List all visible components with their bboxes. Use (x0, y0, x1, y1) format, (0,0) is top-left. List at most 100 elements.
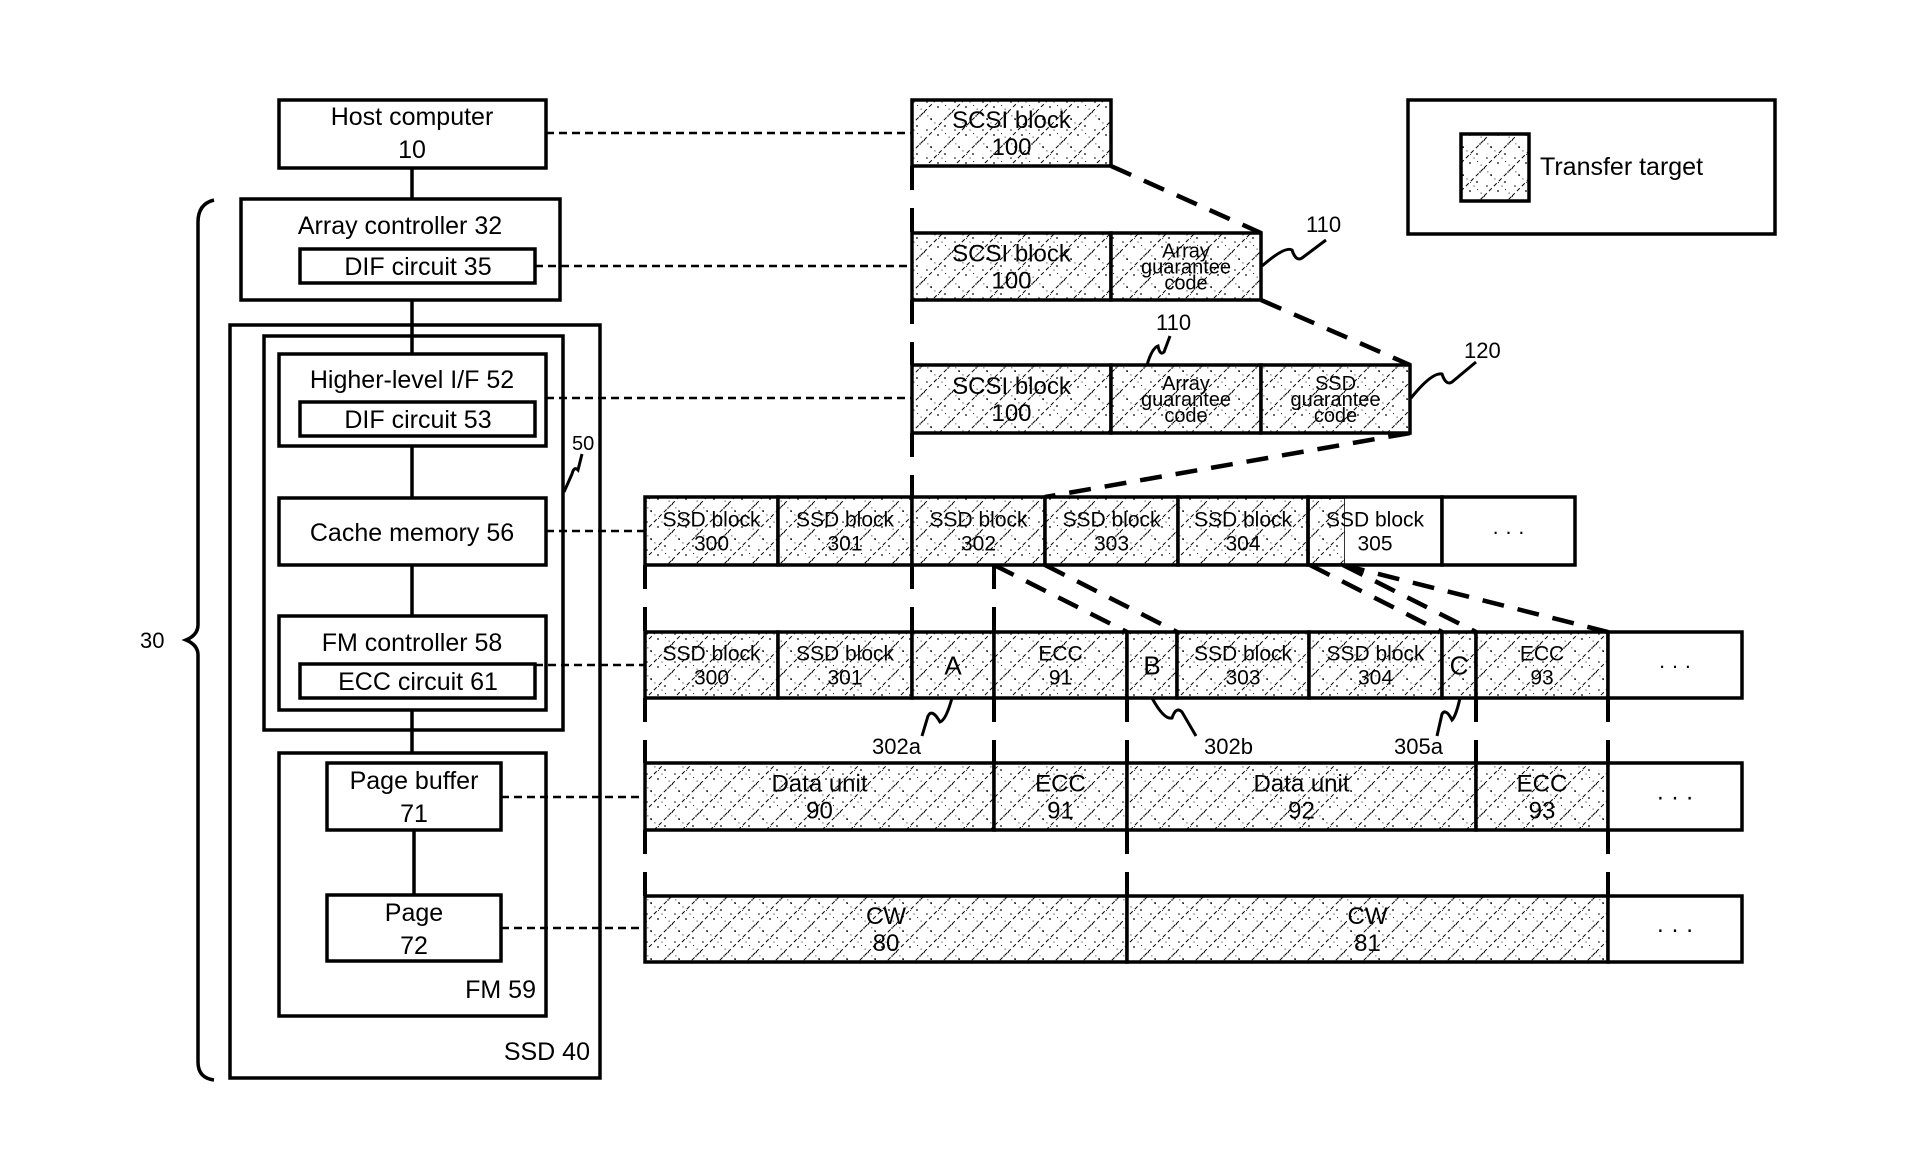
row-cell: Data unit92 (1125, 761, 1478, 832)
row-fm-ctrl-blocks: SSD block300SSD block301 A ECC91 B SSD block… (643, 630, 1744, 700)
legend: Transfer target (1406, 98, 1777, 236)
row-scsi-array-ssd: SCSI block100ArrayguaranteecodeSSDguaran… (910, 363, 1412, 435)
cell-label: code (1164, 273, 1207, 295)
row-cell: Arrayguaranteecode (1109, 231, 1263, 302)
ref-302a-leader (920, 697, 954, 737)
page-label: Page (385, 899, 443, 927)
ssd-controller-leader (562, 453, 584, 493)
row-page-buffer-units: Data unit90ECC91Data unit92ECC93 · · · (643, 761, 1744, 832)
cell-label: 301 (827, 667, 862, 690)
row-cell: ECC91 (992, 630, 1129, 700)
row-cell: ECC93 (1474, 761, 1610, 832)
cell-label: · · · (1656, 917, 1693, 944)
ssd-controller-ref: 50 (572, 433, 594, 455)
cell-label: · · · (1656, 784, 1693, 811)
page-ref: 72 (400, 932, 428, 960)
cell-label: 92 (1288, 798, 1315, 825)
cell-label: 100 (991, 400, 1031, 427)
higher-level-if-label: Higher-level I/F 52 (310, 366, 514, 394)
page-buffer-ref: 71 (400, 800, 428, 828)
cell-label: ECC (1520, 643, 1564, 666)
cell-label: SSD block (796, 643, 895, 666)
ref-302a: 302a (872, 734, 922, 759)
cell-label: 303 (1225, 667, 1260, 690)
fan-scsi-to-array (1110, 163, 1262, 236)
cell-label: 93 (1529, 798, 1556, 825)
array-controller-box: Array controller 32 DIF circuit 35 (239, 197, 562, 302)
cell-label: SCSI block (952, 107, 1072, 134)
ref-110-upper: 110 (1306, 212, 1341, 237)
ref-110-upper-leader (1261, 238, 1327, 268)
ref-305a-leader (1435, 697, 1462, 737)
row-cell: · · · (1606, 630, 1744, 700)
row-cell: SSD block301 (776, 495, 914, 567)
cell-label: 301 (827, 533, 862, 556)
cell-label: 91 (1047, 798, 1074, 825)
row-cell: ECC93 (1474, 630, 1610, 700)
ssd-40-label: SSD 40 (504, 1038, 590, 1066)
page-buffer-box: Page buffer 71 (325, 761, 503, 832)
fan-ssd-to-block302 (1044, 430, 1411, 500)
cell-label: SSD block (1062, 509, 1161, 532)
ssd-data-layout-diagram: Host computer 10 30 Array controller 32 … (140, 98, 1777, 1082)
ref-110-lower-leader (1145, 335, 1172, 366)
cell-label: SSD block (1326, 509, 1425, 532)
row-cache-blocks: SSD block300SSD block301SSD block302SSD … (643, 495, 1577, 567)
cell-label: SSD block (1194, 509, 1293, 532)
cache-memory-box: Cache memory 56 (277, 496, 548, 567)
row-cell: Arrayguaranteecode (1109, 363, 1263, 435)
cell-label: 93 (1530, 667, 1553, 690)
cell-label: 303 (1094, 533, 1129, 556)
fm-59-label: FM 59 (465, 976, 536, 1004)
cell-label: 302 (961, 533, 996, 556)
dif-circuit-53-label: DIF circuit 53 (344, 406, 491, 434)
fm-controller-box: FM controller 58 ECC circuit 61 (277, 614, 548, 712)
row-scsi-array: SCSI block100 Arrayguaranteecode (910, 231, 1263, 302)
dif-circuit-35-label: DIF circuit 35 (344, 253, 491, 281)
transfer-target-swatch-icon (1459, 132, 1531, 203)
row-cell: B (1125, 630, 1179, 700)
row-cell: SSDguaranteecode (1259, 363, 1412, 435)
row-cell: SSD block300 (643, 495, 780, 567)
row-cell: Data unit90 (643, 761, 996, 832)
ref-305a: 305a (1394, 734, 1444, 759)
row-cell: SSD block300 (643, 630, 780, 700)
legend-label: Transfer target (1540, 153, 1703, 181)
cell-label: SCSI block (952, 241, 1072, 268)
hardware-stack: Host computer 10 30 Array controller 32 … (140, 98, 602, 1082)
row-cell: · · · (1440, 495, 1577, 567)
ref-120: 120 (1464, 338, 1501, 363)
row-cell: ECC91 (992, 761, 1129, 832)
cell-label: 304 (1358, 667, 1393, 690)
ref-110-lower: 110 (1156, 310, 1191, 335)
cell-label: 100 (991, 268, 1031, 295)
host-computer-ref: 10 (398, 136, 426, 164)
row-cell: · · · (1606, 894, 1744, 964)
cell-label: CW (866, 903, 906, 930)
storage-system-brace (181, 198, 215, 1082)
cell-label: 91 (1049, 667, 1072, 690)
row-cell: SSD block304 (1307, 630, 1444, 700)
row-cell: SSD block303 (1043, 495, 1180, 567)
ref-302b-leader (1150, 697, 1198, 737)
cell-label: 300 (694, 667, 729, 690)
row-cell: · · · (1606, 761, 1744, 832)
ecc-circuit-61-label: ECC circuit 61 (338, 668, 498, 696)
cell-label: 80 (873, 930, 900, 957)
row-cell: SSD block301 (776, 630, 914, 700)
page-buffer-label: Page buffer (350, 767, 479, 795)
cache-memory-label: Cache memory 56 (310, 519, 514, 547)
cell-label: SSD block (1326, 643, 1425, 666)
cell-label: 100 (991, 134, 1031, 161)
row-cell: SSD block303 (1175, 630, 1311, 700)
cell-label: Data unit (771, 771, 867, 798)
host-computer-label: Host computer (331, 103, 494, 131)
cell-label: B (1143, 650, 1160, 680)
row-cell: CW80 (643, 894, 1129, 964)
row-cell: SSD block304 (1176, 495, 1310, 567)
cell-label: C (1450, 650, 1469, 680)
fan-array-to-ssd (1260, 297, 1411, 368)
cell-label: 81 (1354, 930, 1381, 957)
cell-label: SSD block (662, 509, 761, 532)
row-cell: CW81 (1125, 894, 1610, 964)
